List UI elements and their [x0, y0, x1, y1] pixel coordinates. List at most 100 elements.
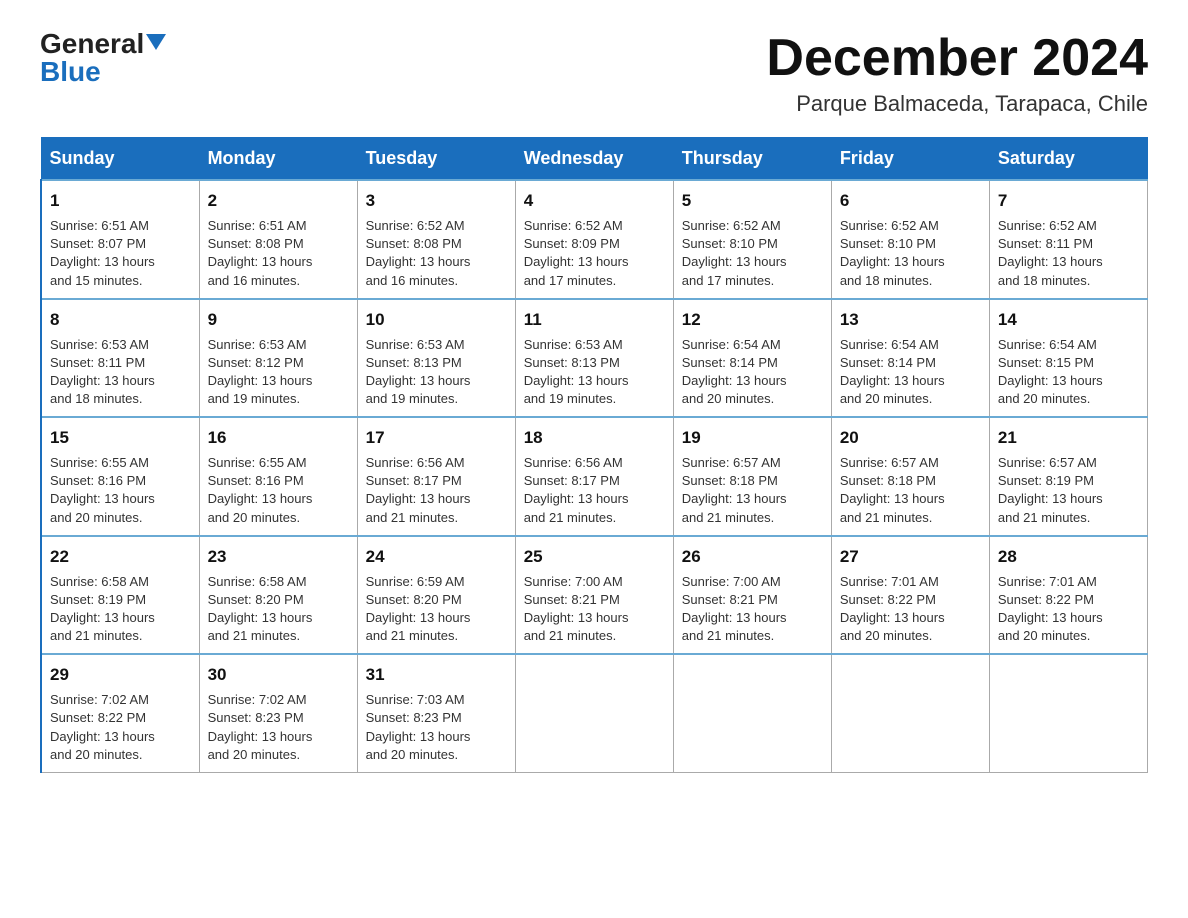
day-info: Sunrise: 6:54 AMSunset: 8:15 PMDaylight:… [998, 336, 1139, 409]
calendar-cell: 6 Sunrise: 6:52 AMSunset: 8:10 PMDaylight… [831, 180, 989, 299]
calendar-cell: 7Sunrise: 6:52 AMSunset: 8:11 PMDaylight… [989, 180, 1147, 299]
calendar-cell: 24 Sunrise: 6:59 AMSunset: 8:20 PMDayligh… [357, 536, 515, 655]
day-number: 7 [998, 189, 1139, 213]
header-thursday: Thursday [673, 138, 831, 181]
calendar-cell: 25Sunrise: 7:00 AMSunset: 8:21 PMDayligh… [515, 536, 673, 655]
day-info: Sunrise: 7:00 AMSunset: 8:21 PMDaylight:… [682, 573, 823, 646]
day-info: Sunrise: 6:52 AMSunset: 8:09 PMDaylight:… [524, 217, 665, 290]
week-row-4: 22 Sunrise: 6:58 AMSunset: 8:19 PMDayligh… [41, 536, 1148, 655]
day-number: 11 [524, 308, 665, 332]
calendar-cell: 5 Sunrise: 6:52 AMSunset: 8:10 PMDaylight… [673, 180, 831, 299]
day-info: Sunrise: 6:53 AMSunset: 8:13 PMDaylight:… [366, 336, 507, 409]
day-number: 16 [208, 426, 349, 450]
day-number: 6 [840, 189, 981, 213]
calendar-cell: 30 Sunrise: 7:02 AMSunset: 8:23 PMDayligh… [199, 654, 357, 772]
day-info: Sunrise: 6:51 AMSunset: 8:08 PMDaylight:… [208, 217, 349, 290]
day-info: Sunrise: 6:54 AMSunset: 8:14 PMDaylight:… [840, 336, 981, 409]
day-info: Sunrise: 6:58 AMSunset: 8:20 PMDaylight:… [208, 573, 349, 646]
calendar-cell: 20 Sunrise: 6:57 AMSunset: 8:18 PMDayligh… [831, 417, 989, 536]
day-info: Sunrise: 6:59 AMSunset: 8:20 PMDaylight:… [366, 573, 507, 646]
calendar-cell: 8Sunrise: 6:53 AMSunset: 8:11 PMDaylight… [41, 299, 199, 418]
calendar-header-row: SundayMondayTuesdayWednesdayThursdayFrid… [41, 138, 1148, 181]
calendar-cell: 28 Sunrise: 7:01 AMSunset: 8:22 PMDayligh… [989, 536, 1147, 655]
day-info: Sunrise: 6:53 AMSunset: 8:13 PMDaylight:… [524, 336, 665, 409]
day-number: 10 [366, 308, 507, 332]
day-number: 17 [366, 426, 507, 450]
day-number: 9 [208, 308, 349, 332]
day-number: 23 [208, 545, 349, 569]
day-info: Sunrise: 6:54 AMSunset: 8:14 PMDaylight:… [682, 336, 823, 409]
logo-blue: Blue [40, 58, 101, 86]
day-info: Sunrise: 6:56 AMSunset: 8:17 PMDaylight:… [524, 454, 665, 527]
day-number: 26 [682, 545, 823, 569]
header-tuesday: Tuesday [357, 138, 515, 181]
day-number: 1 [50, 189, 191, 213]
header-monday: Monday [199, 138, 357, 181]
week-row-3: 15 Sunrise: 6:55 AMSunset: 8:16 PMDayligh… [41, 417, 1148, 536]
day-info: Sunrise: 7:02 AMSunset: 8:23 PMDaylight:… [208, 691, 349, 764]
page-header: General Blue December 2024 Parque Balmac… [40, 30, 1148, 117]
day-number: 21 [998, 426, 1139, 450]
day-info: Sunrise: 7:00 AMSunset: 8:21 PMDaylight:… [524, 573, 665, 646]
logo-general: General [40, 30, 144, 58]
day-number: 14 [998, 308, 1139, 332]
calendar-cell: 3Sunrise: 6:52 AMSunset: 8:08 PMDaylight… [357, 180, 515, 299]
day-number: 28 [998, 545, 1139, 569]
day-info: Sunrise: 6:55 AMSunset: 8:16 PMDaylight:… [208, 454, 349, 527]
day-info: Sunrise: 6:58 AMSunset: 8:19 PMDaylight:… [50, 573, 191, 646]
day-info: Sunrise: 6:51 AMSunset: 8:07 PMDaylight:… [50, 217, 191, 290]
day-info: Sunrise: 6:57 AMSunset: 8:19 PMDaylight:… [998, 454, 1139, 527]
day-number: 22 [50, 545, 191, 569]
calendar-cell: 12 Sunrise: 6:54 AMSunset: 8:14 PMDayligh… [673, 299, 831, 418]
day-info: Sunrise: 7:02 AMSunset: 8:22 PMDaylight:… [50, 691, 191, 764]
calendar-cell: 27Sunrise: 7:01 AMSunset: 8:22 PMDayligh… [831, 536, 989, 655]
day-number: 5 [682, 189, 823, 213]
calendar-cell: 22 Sunrise: 6:58 AMSunset: 8:19 PMDayligh… [41, 536, 199, 655]
day-info: Sunrise: 6:57 AMSunset: 8:18 PMDaylight:… [840, 454, 981, 527]
calendar-cell: 15Sunrise: 6:55 AMSunset: 8:16 PMDayligh… [41, 417, 199, 536]
day-number: 24 [366, 545, 507, 569]
calendar-cell: 13 Sunrise: 6:54 AMSunset: 8:14 PMDayligh… [831, 299, 989, 418]
day-number: 20 [840, 426, 981, 450]
day-info: Sunrise: 6:56 AMSunset: 8:17 PMDaylight:… [366, 454, 507, 527]
day-info: Sunrise: 7:01 AMSunset: 8:22 PMDaylight:… [998, 573, 1139, 646]
header-wednesday: Wednesday [515, 138, 673, 181]
header-sunday: Sunday [41, 138, 199, 181]
calendar-cell: 9 Sunrise: 6:53 AMSunset: 8:12 PMDaylight… [199, 299, 357, 418]
day-info: Sunrise: 6:57 AMSunset: 8:18 PMDaylight:… [682, 454, 823, 527]
logo-triangle-icon [146, 34, 166, 50]
calendar-table: SundayMondayTuesdayWednesdayThursdayFrid… [40, 137, 1148, 773]
calendar-cell: 4 Sunrise: 6:52 AMSunset: 8:09 PMDaylight… [515, 180, 673, 299]
day-info: Sunrise: 6:52 AMSunset: 8:10 PMDaylight:… [682, 217, 823, 290]
day-number: 8 [50, 308, 191, 332]
calendar-cell: 18Sunrise: 6:56 AMSunset: 8:17 PMDayligh… [515, 417, 673, 536]
calendar-cell: 2 Sunrise: 6:51 AMSunset: 8:08 PMDaylight… [199, 180, 357, 299]
calendar-cell [989, 654, 1147, 772]
logo: General Blue [40, 30, 166, 86]
day-info: Sunrise: 6:52 AMSunset: 8:10 PMDaylight:… [840, 217, 981, 290]
calendar-cell: 16 Sunrise: 6:55 AMSunset: 8:16 PMDayligh… [199, 417, 357, 536]
day-number: 30 [208, 663, 349, 687]
day-number: 29 [50, 663, 191, 687]
day-number: 2 [208, 189, 349, 213]
day-number: 19 [682, 426, 823, 450]
day-number: 12 [682, 308, 823, 332]
day-info: Sunrise: 6:53 AMSunset: 8:12 PMDaylight:… [208, 336, 349, 409]
calendar-cell [831, 654, 989, 772]
day-number: 15 [50, 426, 191, 450]
day-number: 13 [840, 308, 981, 332]
day-info: Sunrise: 7:01 AMSunset: 8:22 PMDaylight:… [840, 573, 981, 646]
day-number: 31 [366, 663, 507, 687]
calendar-cell: 23 Sunrise: 6:58 AMSunset: 8:20 PMDayligh… [199, 536, 357, 655]
day-number: 4 [524, 189, 665, 213]
calendar-cell [515, 654, 673, 772]
week-row-1: 1 Sunrise: 6:51 AMSunset: 8:07 PMDaylight… [41, 180, 1148, 299]
calendar-cell: 17 Sunrise: 6:56 AMSunset: 8:17 PMDayligh… [357, 417, 515, 536]
calendar-cell: 31Sunrise: 7:03 AMSunset: 8:23 PMDayligh… [357, 654, 515, 772]
calendar-cell: 19 Sunrise: 6:57 AMSunset: 8:18 PMDayligh… [673, 417, 831, 536]
calendar-location: Parque Balmaceda, Tarapaca, Chile [766, 91, 1148, 117]
week-row-2: 8Sunrise: 6:53 AMSunset: 8:11 PMDaylight… [41, 299, 1148, 418]
calendar-title: December 2024 [766, 30, 1148, 87]
day-info: Sunrise: 6:52 AMSunset: 8:08 PMDaylight:… [366, 217, 507, 290]
title-block: December 2024 Parque Balmaceda, Tarapaca… [766, 30, 1148, 117]
